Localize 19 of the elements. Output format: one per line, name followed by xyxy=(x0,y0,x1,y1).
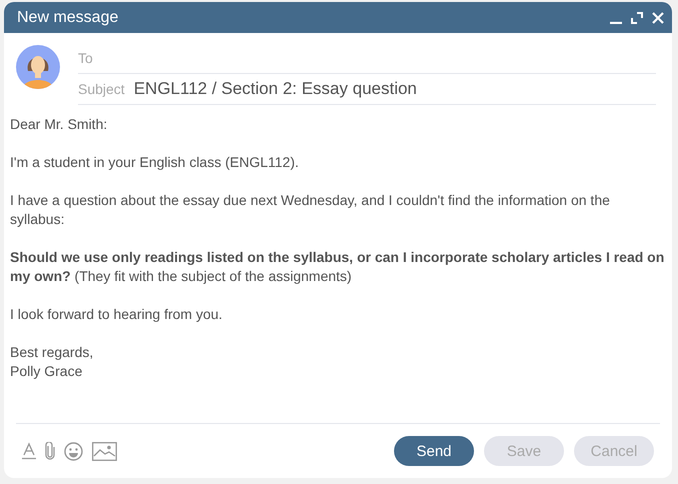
body-text: Polly Grace xyxy=(10,362,84,381)
body-text: I look forward to hearing from you. xyxy=(10,305,224,324)
body-text: I'm a student in your English class (ENGL112). xyxy=(10,153,300,172)
maximize-icon[interactable] xyxy=(631,12,643,24)
body-text: Dear Mr. Smith: xyxy=(10,115,108,134)
body-text: Best regards, xyxy=(10,343,94,362)
subject-label: Subject xyxy=(78,81,125,97)
body-text: Should we use only readings listed on the syllabus, or can I incorporate scholary articles I read on my own? (They fit with the subject of the assignments) xyxy=(10,248,666,286)
window-title: New message xyxy=(17,8,120,26)
image-icon[interactable] xyxy=(92,442,117,460)
paperclip-icon[interactable] xyxy=(45,442,55,460)
subject-field[interactable]: ENGL112 / Section 2: Essay question xyxy=(134,79,417,99)
close-icon[interactable] xyxy=(652,12,664,24)
avatar-icon xyxy=(16,45,60,89)
smiley-icon[interactable] xyxy=(64,442,83,460)
action-button[interactable]: Send xyxy=(394,436,474,466)
body-text: I have a question about the essay due next Wednesday, and I couldn't find the information on the syllabus: xyxy=(10,191,611,229)
text-format-icon[interactable] xyxy=(22,442,36,460)
to-label: To xyxy=(78,50,93,66)
